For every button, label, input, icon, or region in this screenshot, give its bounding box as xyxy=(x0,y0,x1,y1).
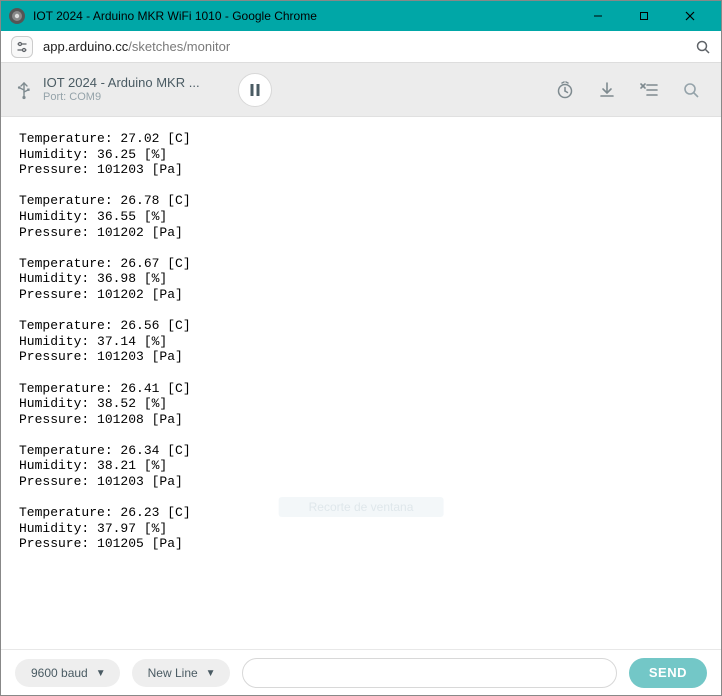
search-icon[interactable] xyxy=(675,74,707,106)
baud-label: 9600 baud xyxy=(31,666,88,680)
site-settings-icon[interactable] xyxy=(11,36,33,58)
minimize-button[interactable] xyxy=(575,1,621,31)
pause-button[interactable] xyxy=(238,73,272,107)
chevron-down-icon: ▼ xyxy=(96,668,106,679)
titlebar-left: IOT 2024 - Arduino MKR WiFi 1010 - Googl… xyxy=(9,8,317,24)
baud-select[interactable]: 9600 baud ▼ xyxy=(15,659,120,687)
chevron-down-icon: ▼ xyxy=(206,668,216,679)
window-title: IOT 2024 - Arduino MKR WiFi 1010 - Googl… xyxy=(33,9,317,23)
url-path: /sketches/monitor xyxy=(128,39,230,54)
sketch-info: IOT 2024 - Arduino MKR ... Port: COM9 xyxy=(43,75,200,104)
maximize-button[interactable] xyxy=(621,1,667,31)
bottom-bar: 9600 baud ▼ New Line ▼ SEND xyxy=(1,649,721,695)
send-button[interactable]: SEND xyxy=(629,658,707,688)
zoom-icon[interactable] xyxy=(695,39,711,55)
serial-output[interactable]: Temperature: 27.02 [C] Humidity: 36.25 [… xyxy=(1,117,721,649)
close-button[interactable] xyxy=(667,1,713,31)
url-bar: app.arduino.cc/sketches/monitor xyxy=(1,31,721,63)
lineending-select[interactable]: New Line ▼ xyxy=(132,659,230,687)
lineending-label: New Line xyxy=(148,666,198,680)
usb-icon xyxy=(15,80,33,100)
url-host: app.arduino.cc xyxy=(43,39,128,54)
send-input[interactable] xyxy=(242,658,617,688)
chrome-icon xyxy=(9,8,25,24)
port-label: Port: COM9 xyxy=(43,91,200,104)
download-icon[interactable] xyxy=(591,74,623,106)
app-header: IOT 2024 - Arduino MKR ... Port: COM9 xyxy=(1,63,721,117)
serial-monitor-app: IOT 2024 - Arduino MKR ... Port: COM9 xyxy=(1,63,721,695)
window-titlebar: IOT 2024 - Arduino MKR WiFi 1010 - Googl… xyxy=(1,1,721,31)
sketch-title: IOT 2024 - Arduino MKR ... xyxy=(43,75,200,91)
watermark-label: Recorte de ventana xyxy=(279,497,444,517)
timestamp-icon[interactable] xyxy=(549,74,581,106)
clear-icon[interactable] xyxy=(633,74,665,106)
url-text[interactable]: app.arduino.cc/sketches/monitor xyxy=(43,39,685,54)
window-controls xyxy=(575,1,713,31)
